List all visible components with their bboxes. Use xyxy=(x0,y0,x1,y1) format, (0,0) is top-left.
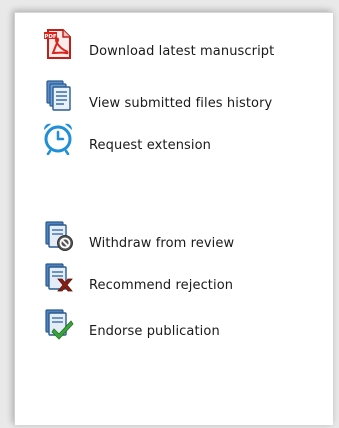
request-extension-label: Request extension xyxy=(89,138,212,153)
files-history-icon xyxy=(41,79,75,113)
svg-text:PDF: PDF xyxy=(44,34,57,40)
reject-icon xyxy=(41,261,75,295)
recommend-rejection-action[interactable]: Recommend rejection xyxy=(41,261,233,295)
endorse-publication-label: Endorse publication xyxy=(89,324,220,339)
pdf-icon: PDF xyxy=(41,27,75,61)
reviewer-actions-panel: PDF Download latest manuscript View subm… xyxy=(14,12,333,425)
recommend-rejection-label: Recommend rejection xyxy=(89,278,234,293)
alarm-clock-icon xyxy=(41,121,75,155)
view-files-history-action[interactable]: View submitted files history xyxy=(41,79,272,113)
download-manuscript-label: Download latest manuscript xyxy=(89,44,275,59)
withdraw-review-label: Withdraw from review xyxy=(89,236,235,251)
request-extension-action[interactable]: Request extension xyxy=(41,121,211,155)
withdraw-review-action[interactable]: Withdraw from review xyxy=(41,219,234,253)
endorse-publication-action[interactable]: Endorse publication xyxy=(41,307,220,341)
view-files-history-label: View submitted files history xyxy=(89,96,273,111)
download-manuscript-action[interactable]: PDF Download latest manuscript xyxy=(41,27,274,61)
endorse-icon xyxy=(41,307,75,341)
withdraw-icon xyxy=(41,219,75,253)
